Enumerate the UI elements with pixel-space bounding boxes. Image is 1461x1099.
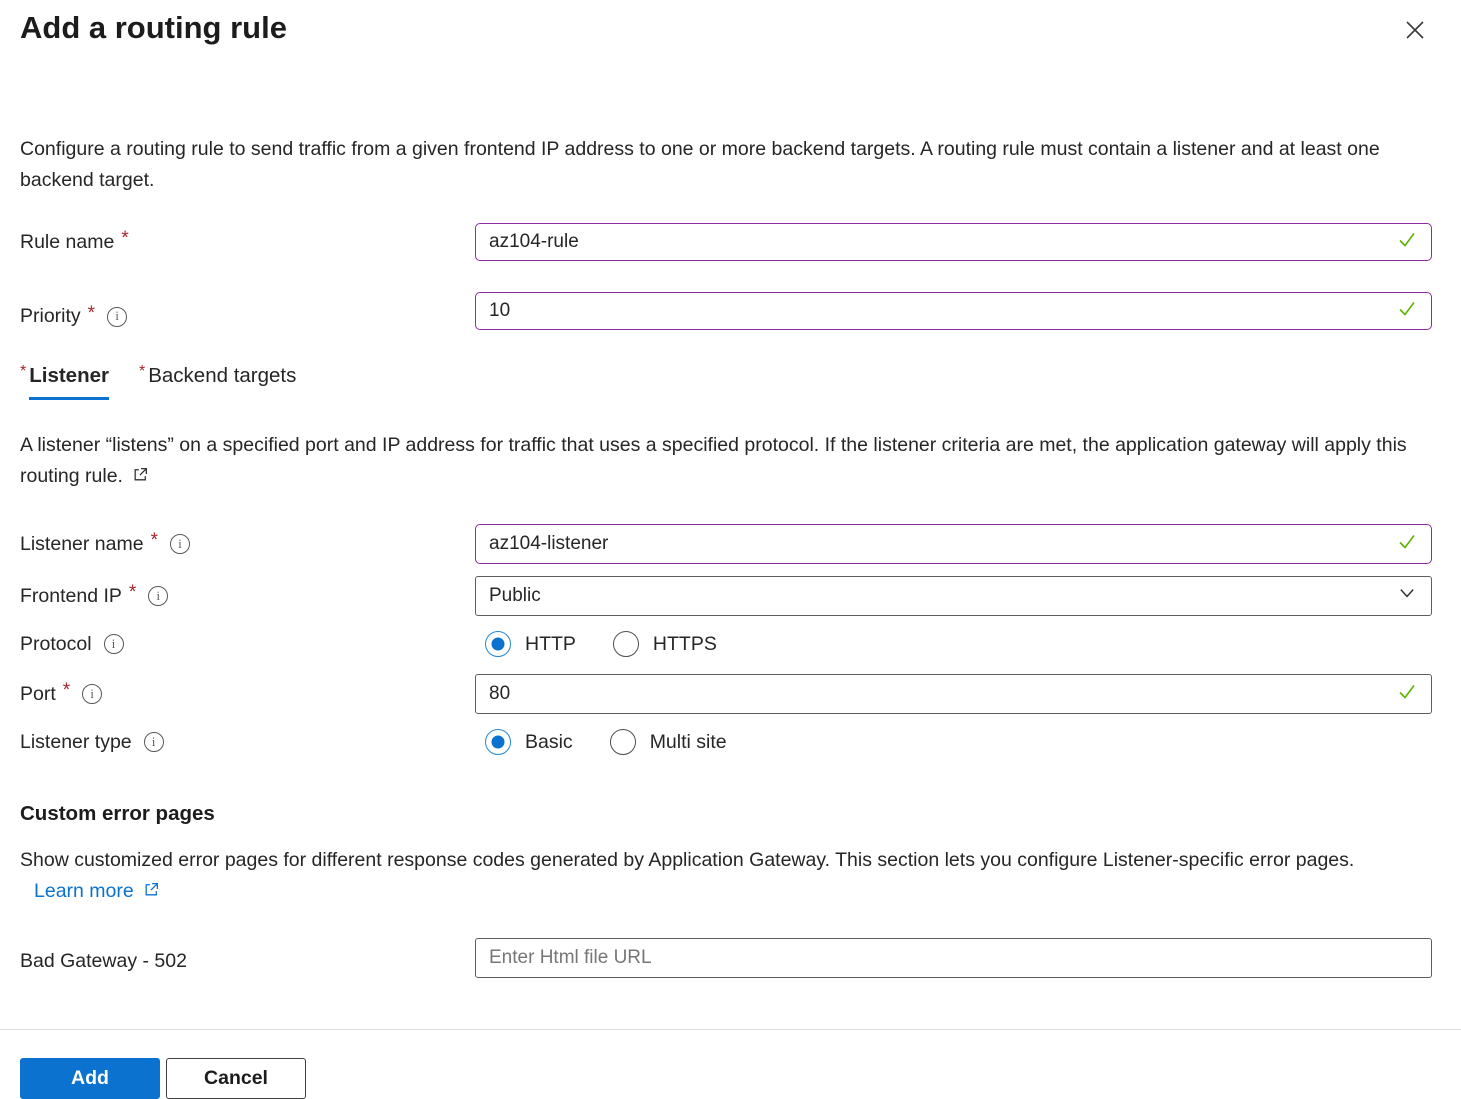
listener-name-input[interactable] (475, 524, 1432, 564)
external-link-icon (143, 877, 160, 908)
info-icon[interactable]: i (82, 684, 102, 704)
info-icon[interactable]: i (148, 586, 168, 606)
info-icon[interactable]: i (170, 534, 190, 554)
protocol-radio-https[interactable]: HTTPS (613, 631, 717, 657)
required-marker: * (139, 363, 145, 381)
custom-error-pages-heading: Custom error pages (20, 802, 1432, 826)
close-button[interactable] (1401, 17, 1429, 45)
cancel-button[interactable]: Cancel (166, 1058, 306, 1099)
page-title: Add a routing rule (20, 10, 1431, 46)
chevron-down-icon (1398, 584, 1416, 608)
priority-row: Priority* i (20, 292, 1432, 330)
info-icon[interactable]: i (104, 634, 124, 654)
rule-name-row: Rule name* (20, 223, 1432, 261)
listener-type-row: Listener type i Basic Multi site (20, 724, 1432, 760)
protocol-row: Protocol i HTTP HTTPS (20, 626, 1432, 662)
radio-selected-icon (485, 631, 511, 657)
port-label: Port* i (20, 683, 475, 706)
listener-type-radio-basic[interactable]: Basic (485, 729, 573, 755)
port-row: Port* i (20, 674, 1432, 714)
frontend-ip-selected-value: Public (489, 585, 541, 607)
radio-unselected-icon (613, 631, 639, 657)
info-icon[interactable]: i (107, 307, 127, 327)
port-input[interactable] (475, 674, 1432, 714)
dialog-header: Add a routing rule (0, 0, 1461, 46)
listener-type-radio-multi-site[interactable]: Multi site (610, 729, 727, 755)
add-routing-rule-dialog: Add a routing rule Configure a routing r… (0, 0, 1461, 1067)
bad-gateway-url-input[interactable] (475, 938, 1432, 978)
radio-unselected-icon (610, 729, 636, 755)
listener-description: A listener “listens” on a specified port… (20, 430, 1420, 493)
custom-error-pages-description: Show customized error pages for differen… (20, 845, 1380, 908)
frontend-ip-row: Frontend IP* i Public (20, 576, 1432, 616)
priority-label: Priority* i (20, 305, 475, 328)
required-marker: * (129, 582, 136, 604)
rule-name-label: Rule name* (20, 231, 475, 254)
tab-backend-targets[interactable]: * Backend targets (139, 364, 296, 400)
close-icon (1402, 17, 1428, 46)
frontend-ip-dropdown[interactable]: Public (475, 576, 1432, 616)
info-icon[interactable]: i (144, 732, 164, 752)
listener-type-label: Listener type i (20, 731, 475, 754)
frontend-ip-label: Frontend IP* i (20, 585, 475, 608)
listener-name-label: Listener name* i (20, 533, 475, 556)
bad-gateway-label: Bad Gateway - 502 (20, 950, 475, 973)
bad-gateway-row: Bad Gateway - 502 (20, 938, 1432, 978)
external-link-icon[interactable] (132, 462, 149, 493)
protocol-radio-http[interactable]: HTTP (485, 631, 576, 657)
required-marker: * (121, 228, 128, 250)
tab-listener[interactable]: * Listener (20, 364, 109, 400)
radio-selected-icon (485, 729, 511, 755)
learn-more-link[interactable]: Learn more (34, 880, 160, 902)
required-marker: * (88, 303, 95, 325)
listener-name-row: Listener name* i (20, 524, 1432, 564)
tab-backend-targets-label: Backend targets (148, 364, 296, 397)
required-marker: * (63, 680, 70, 702)
dialog-footer: Add Cancel (0, 1030, 1461, 1099)
add-button[interactable]: Add (20, 1058, 160, 1099)
intro-text: Configure a routing rule to send traffic… (20, 134, 1380, 196)
priority-input[interactable] (475, 292, 1432, 330)
protocol-radio-group: HTTP HTTPS (475, 631, 1432, 657)
required-marker: * (151, 530, 158, 552)
protocol-label: Protocol i (20, 633, 475, 656)
tab-listener-label: Listener (29, 364, 109, 400)
required-marker: * (20, 363, 26, 381)
tab-bar: * Listener * Backend targets (20, 364, 1432, 400)
listener-type-radio-group: Basic Multi site (475, 729, 1432, 755)
dialog-body: Configure a routing rule to send traffic… (0, 46, 1461, 1030)
rule-name-input[interactable] (475, 223, 1432, 261)
